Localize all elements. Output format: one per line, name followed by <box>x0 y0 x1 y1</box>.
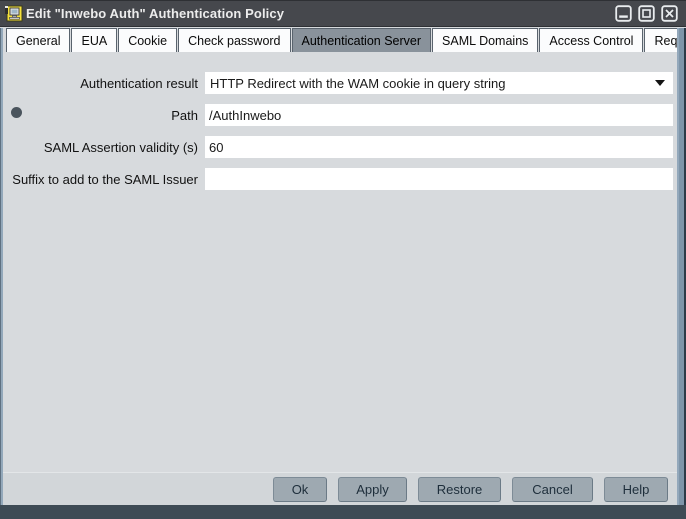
saml-assertion-validity-field-wrap <box>205 136 673 158</box>
minimize-icon[interactable] <box>615 5 632 22</box>
dialog-window: Edit "Inwebo Auth" Authentication Policy <box>0 0 686 519</box>
tab-eua[interactable]: EUA <box>71 28 117 52</box>
authentication-result-value: HTTP Redirect with the WAM cookie in que… <box>210 76 655 91</box>
tab-cookie[interactable]: Cookie <box>118 28 177 52</box>
titlebar: Edit "Inwebo Auth" Authentication Policy <box>0 0 686 27</box>
chevron-down-icon <box>655 80 665 86</box>
window-frame-bottom <box>0 505 686 519</box>
tab-access-control[interactable]: Access Control <box>539 28 643 52</box>
window-controls <box>615 5 678 22</box>
saml-assertion-validity-input[interactable] <box>205 136 673 158</box>
cancel-button[interactable]: Cancel <box>512 477 593 502</box>
field-status-dot <box>11 107 22 118</box>
button-bar: Ok Apply Restore Cancel Help <box>3 472 677 505</box>
saml-issuer-suffix-input[interactable] <box>205 168 673 190</box>
window-title: Edit "Inwebo Auth" Authentication Policy <box>26 6 284 21</box>
close-icon[interactable] <box>661 5 678 22</box>
tab-general[interactable]: General <box>6 28 70 52</box>
authentication-server-panel: Authentication result HTTP Redirect with… <box>3 52 677 472</box>
path-input[interactable] <box>205 104 673 126</box>
tab-bar: General EUA Cookie Check password Authen… <box>3 28 677 52</box>
ok-button[interactable]: Ok <box>273 477 327 502</box>
form-row-authentication-result: Authentication result HTTP Redirect with… <box>3 72 677 94</box>
form-row-saml-assertion-validity: SAML Assertion validity (s) <box>3 136 677 158</box>
saml-issuer-suffix-field-wrap <box>205 168 673 190</box>
path-label: Path <box>3 108 205 123</box>
authentication-result-label: Authentication result <box>3 76 205 91</box>
form-row-saml-issuer-suffix: Suffix to add to the SAML Issuer <box>3 168 677 190</box>
tab-check-password[interactable]: Check password <box>178 28 290 52</box>
form-row-path: Path <box>3 104 677 126</box>
maximize-icon[interactable] <box>638 5 655 22</box>
window-frame-right <box>677 28 686 505</box>
help-button[interactable]: Help <box>604 477 668 502</box>
window-icon <box>4 4 23 23</box>
tab-saml-domains[interactable]: SAML Domains <box>432 28 538 52</box>
saml-assertion-validity-label: SAML Assertion validity (s) <box>3 140 205 155</box>
saml-issuer-suffix-label: Suffix to add to the SAML Issuer <box>3 172 205 187</box>
apply-button[interactable]: Apply <box>338 477 407 502</box>
tab-authentication-server[interactable]: Authentication Server <box>292 28 432 52</box>
window-frame-left <box>0 28 3 505</box>
path-field-wrap <box>205 104 673 126</box>
authentication-result-combobox[interactable]: HTTP Redirect with the WAM cookie in que… <box>205 72 673 94</box>
restore-button[interactable]: Restore <box>418 477 501 502</box>
